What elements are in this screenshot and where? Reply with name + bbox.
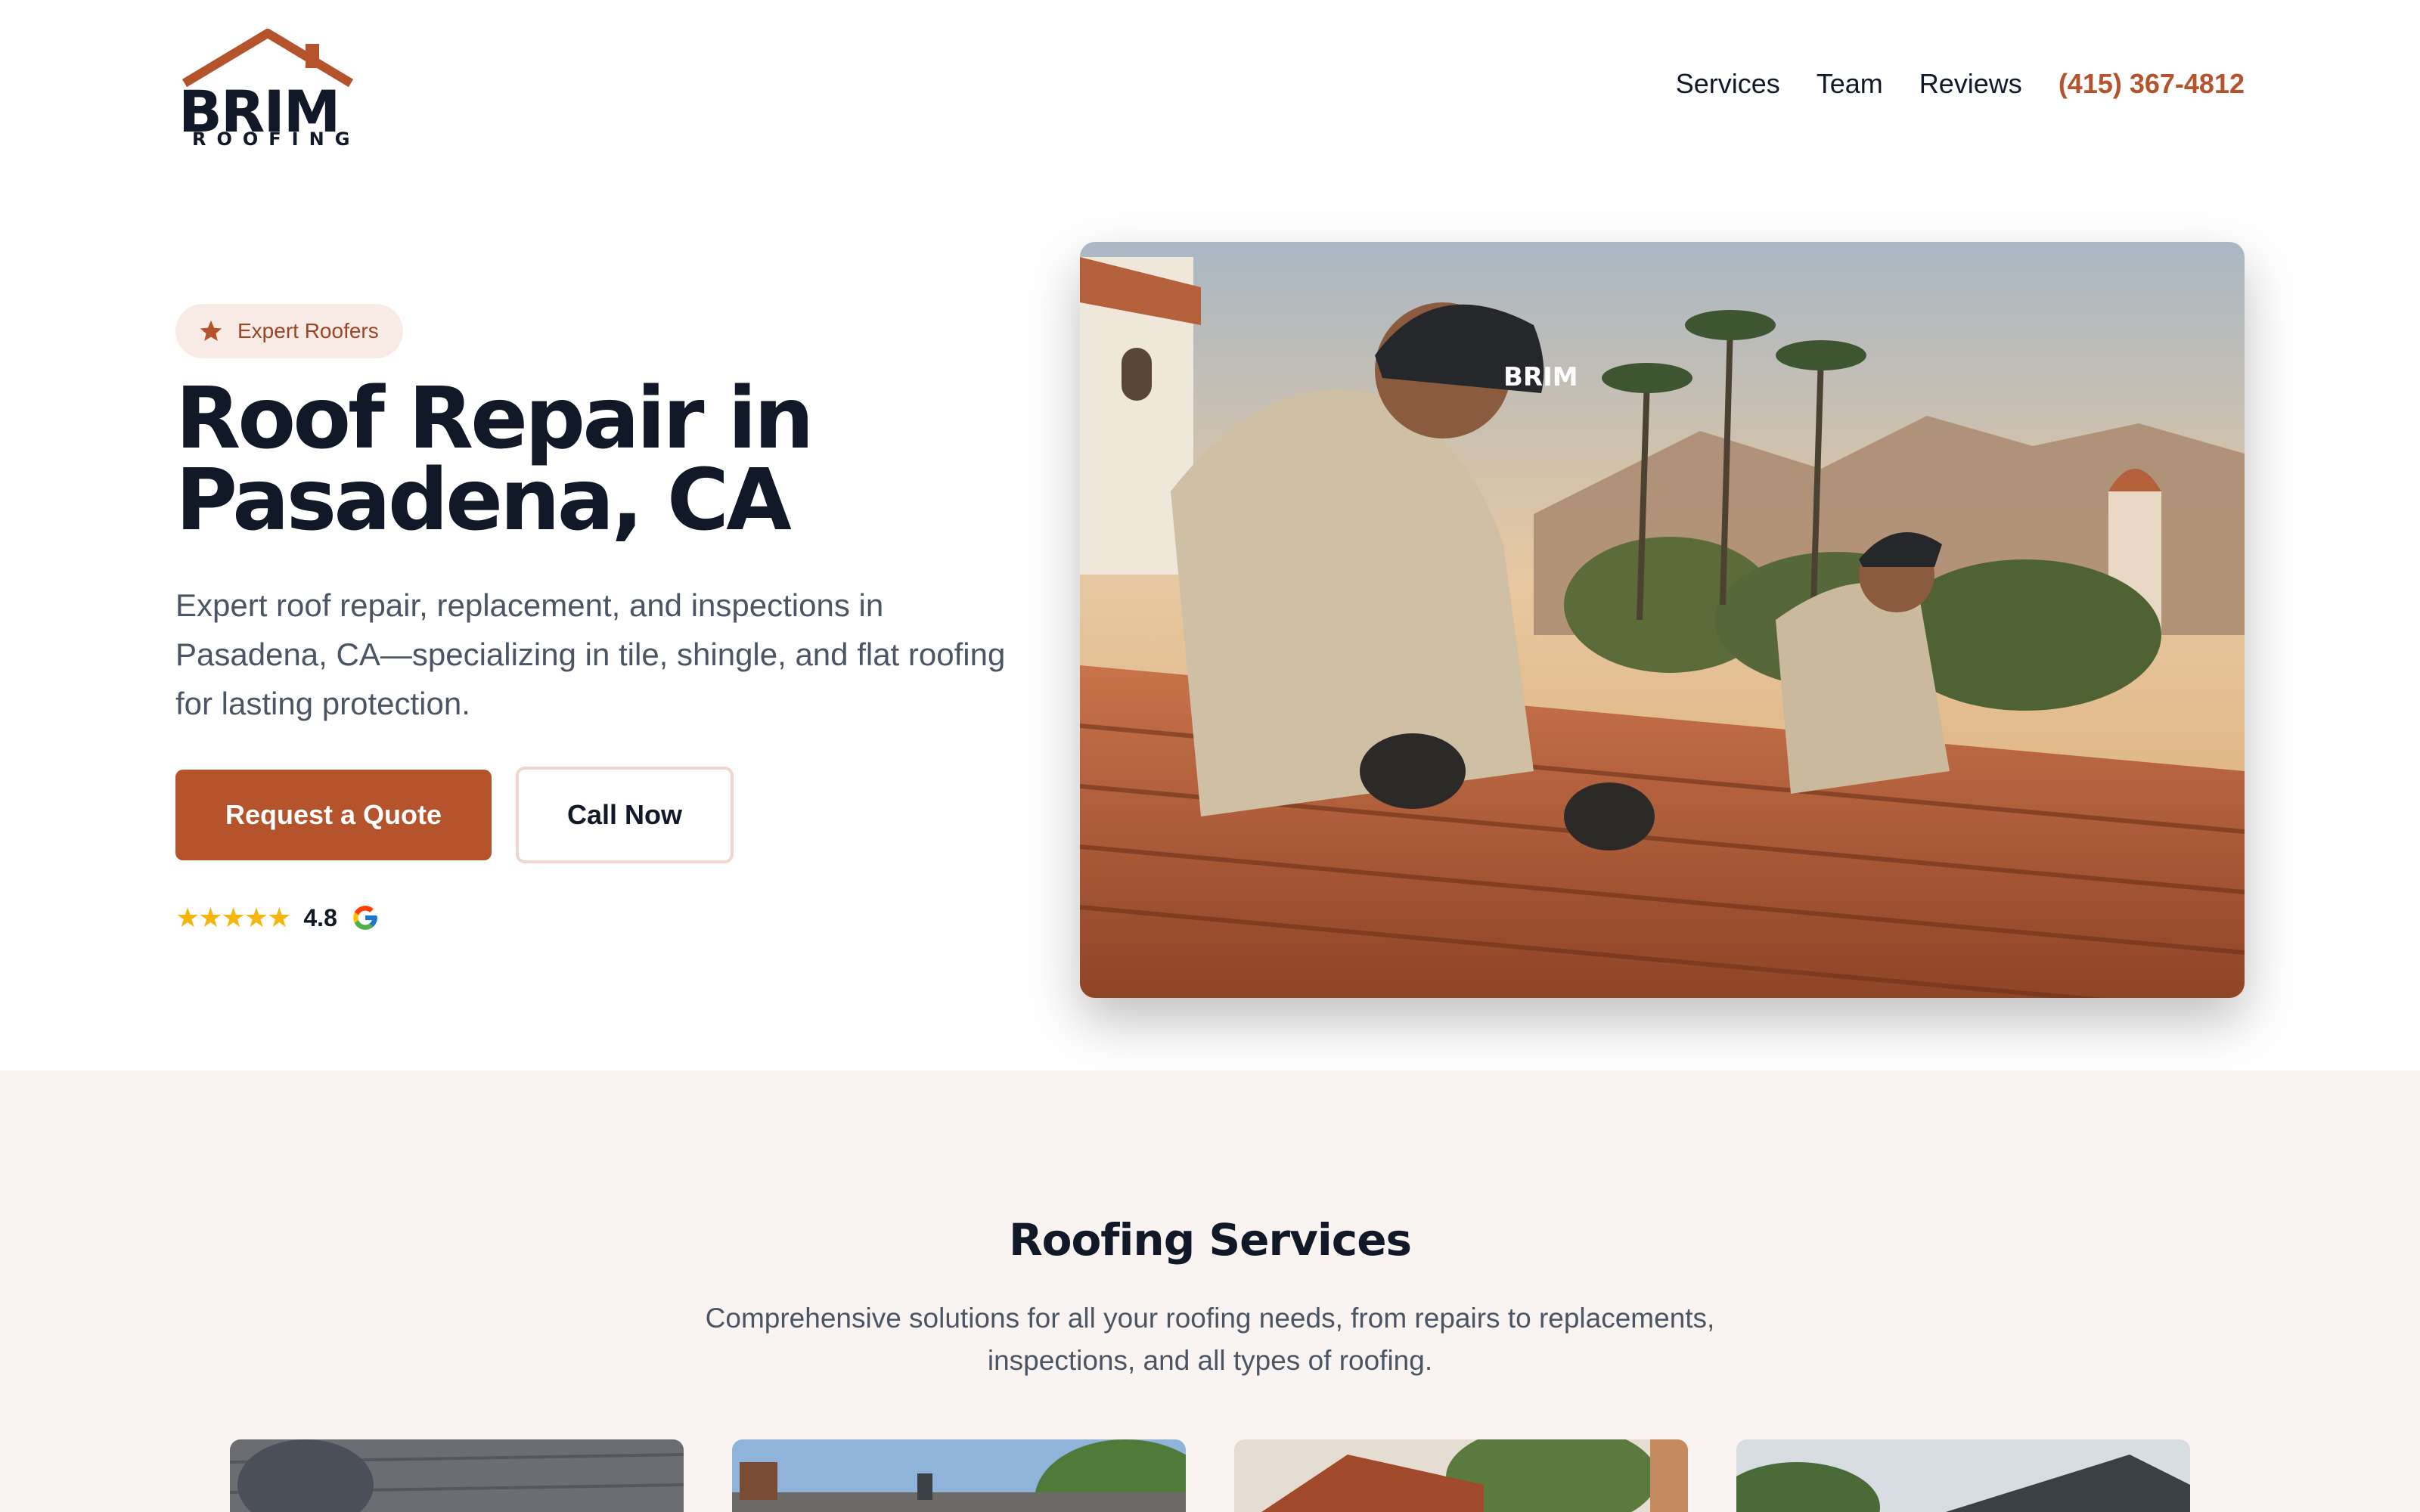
star-icon <box>200 320 222 342</box>
nav-team[interactable]: Team <box>1817 68 1883 100</box>
badge-label: Expert Roofers <box>237 319 379 342</box>
nav-services[interactable]: Services <box>1676 68 1780 100</box>
hero-title-line-1: Roof Repair in <box>175 370 814 468</box>
rooftop-inspection-photo <box>732 1439 1186 1512</box>
roofers-photo: BRIM <box>1080 242 2245 998</box>
service-card-image-1[interactable] <box>230 1439 684 1512</box>
shingle-roof-photo <box>230 1439 684 1512</box>
house-roof-photo <box>1736 1439 2190 1512</box>
logo-sub-text: ROOFING <box>192 129 361 150</box>
rating-value: 4.8 <box>303 903 337 931</box>
request-quote-button[interactable]: Request a Quote <box>175 770 492 860</box>
call-now-button[interactable]: Call Now <box>516 767 734 863</box>
services-section: Roofing Services Comprehensive solutions… <box>0 1070 2420 1512</box>
google-icon <box>353 906 377 930</box>
nav-reviews[interactable]: Reviews <box>1919 68 2022 100</box>
expert-badge: Expert Roofers <box>175 304 403 358</box>
service-card-image-2[interactable] <box>732 1439 1186 1512</box>
services-subtitle: Comprehensive solutions for all your roo… <box>705 1303 1715 1376</box>
site-header: BRIM ROOFING Services Team Reviews (415)… <box>0 0 2420 181</box>
brim-roofing-logo[interactable]: BRIM ROOFING <box>178 29 368 157</box>
google-rating: ★★★★★ 4.8 <box>175 900 380 936</box>
tile-roof-photo <box>1234 1439 1688 1512</box>
service-card-image-3[interactable] <box>1234 1439 1688 1512</box>
hero-description: Expert roof repair, replacement, and ins… <box>175 587 1006 721</box>
hero-roofers-image: BRIM <box>1080 242 2245 998</box>
nav-phone-link[interactable]: (415) 367-4812 <box>2059 68 2245 100</box>
hero-title: Roof Repair in Pasadena, CA <box>175 370 1007 550</box>
services-title: Roofing Services <box>1008 1214 1412 1266</box>
cap-brim-text: BRIM <box>1503 362 1578 392</box>
service-card-image-4[interactable] <box>1736 1439 2190 1512</box>
hero-title-line-2: Pasadena, CA <box>175 451 792 550</box>
main-nav: Services Team Reviews (415) 367-4812 <box>1676 68 2245 100</box>
rating-stars: ★★★★★ <box>175 902 291 933</box>
